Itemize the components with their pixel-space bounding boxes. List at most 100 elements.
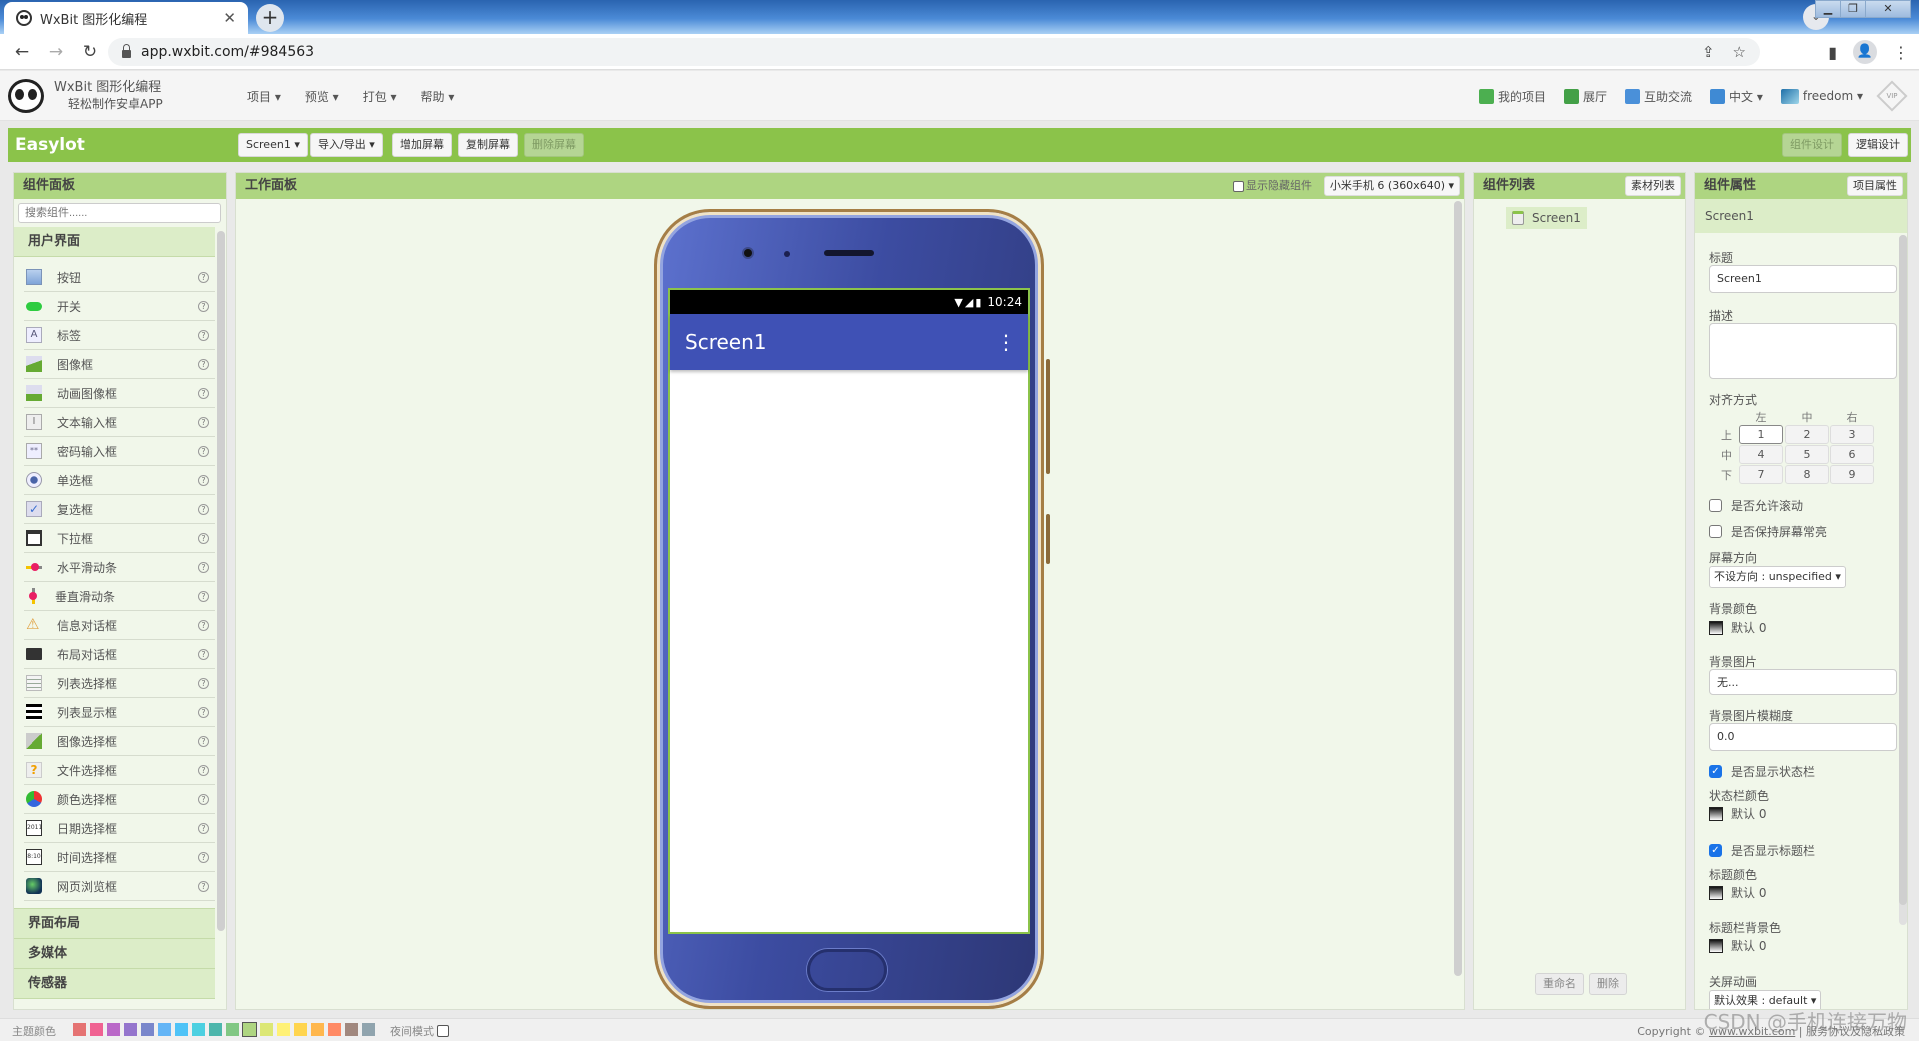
- rename-button[interactable]: 重命名: [1535, 973, 1584, 995]
- tree-item-screen1[interactable]: Screen1: [1506, 207, 1587, 229]
- profile-avatar-icon[interactable]: 👤: [1853, 40, 1877, 64]
- category-user-interface[interactable]: 用户界面: [14, 227, 215, 257]
- help-icon[interactable]: ?: [198, 359, 209, 370]
- theme-swatch[interactable]: [158, 1023, 171, 1036]
- palette-item[interactable]: A标签?: [24, 321, 215, 350]
- checkbox-box[interactable]: [1709, 525, 1722, 538]
- category-layout[interactable]: 界面布局: [14, 909, 215, 939]
- palette-item[interactable]: 下拉框?: [24, 524, 215, 553]
- palette-item[interactable]: 水平滑动条?: [24, 553, 215, 582]
- help-icon[interactable]: ?: [198, 678, 209, 689]
- help-icon[interactable]: ?: [198, 446, 209, 457]
- description-textarea[interactable]: [1709, 323, 1897, 379]
- status-color-picker[interactable]: 默认 0: [1709, 805, 1766, 822]
- vip-badge-icon[interactable]: VIP: [1876, 80, 1907, 111]
- panda-logo-icon[interactable]: [8, 79, 44, 113]
- blocks-button[interactable]: 逻辑设计: [1848, 133, 1908, 157]
- project-properties-button[interactable]: 项目属性: [1847, 176, 1903, 196]
- palette-item[interactable]: 布局对话框?: [24, 640, 215, 669]
- my-projects-link[interactable]: 我的项目: [1479, 88, 1546, 105]
- align-cell-1[interactable]: 1: [1739, 425, 1783, 444]
- show-hidden-toggle[interactable]: 显示隐藏组件: [1233, 173, 1312, 199]
- forward-icon[interactable]: →: [44, 42, 68, 62]
- device-select[interactable]: 小米手机 6 (360x640) ▾: [1324, 176, 1460, 196]
- help-icon[interactable]: ?: [198, 765, 209, 776]
- screen-select[interactable]: Screen1 ▾: [238, 133, 308, 157]
- bg-blur-input[interactable]: 0.0: [1709, 723, 1897, 751]
- theme-swatch[interactable]: [192, 1023, 205, 1036]
- delete-button[interactable]: 删除: [1589, 973, 1627, 995]
- theme-swatch[interactable]: [209, 1023, 222, 1036]
- orientation-select[interactable]: 不设方向 : unspecified ▾: [1709, 566, 1846, 588]
- help-icon[interactable]: ?: [198, 881, 209, 892]
- category-sensors[interactable]: 传感器: [14, 969, 215, 999]
- help-icon[interactable]: ?: [198, 823, 209, 834]
- delete-screen-button[interactable]: 删除屏幕: [524, 133, 584, 157]
- theme-swatch[interactable]: [90, 1023, 103, 1036]
- help-icon[interactable]: ?: [198, 649, 209, 660]
- title-color-picker[interactable]: 默认 0: [1709, 884, 1766, 901]
- palette-item[interactable]: 图像选择框?: [24, 727, 215, 756]
- tab-close-icon[interactable]: ✕: [223, 9, 236, 27]
- align-cell-8[interactable]: 8: [1785, 465, 1829, 484]
- align-cell-9[interactable]: 9: [1830, 465, 1874, 484]
- help-icon[interactable]: ?: [198, 533, 209, 544]
- minimize-button[interactable]: ▁: [1815, 0, 1841, 18]
- palette-item[interactable]: I文本输入框?: [24, 408, 215, 437]
- align-cell-5[interactable]: 5: [1785, 445, 1829, 464]
- title-input[interactable]: Screen1: [1709, 265, 1897, 293]
- browser-menu-icon[interactable]: ⋮: [1893, 43, 1909, 62]
- palette-item[interactable]: ⚠信息对话框?: [24, 611, 215, 640]
- menu-preview[interactable]: 预览 ▾: [305, 88, 339, 105]
- show-status-bar-checkbox[interactable]: ✓是否显示状态栏: [1709, 763, 1815, 780]
- menu-help[interactable]: 帮助 ▾: [421, 88, 455, 105]
- help-icon[interactable]: ?: [198, 852, 209, 863]
- new-tab-button[interactable]: +: [256, 4, 284, 32]
- help-icon[interactable]: ?: [198, 620, 209, 631]
- community-link[interactable]: 互助交流: [1625, 88, 1692, 105]
- help-icon[interactable]: ?: [198, 794, 209, 805]
- palette-item[interactable]: 8:10时间选择框?: [24, 843, 215, 872]
- gallery-link[interactable]: 展厅: [1564, 88, 1607, 105]
- theme-swatch[interactable]: [175, 1023, 188, 1036]
- media-list-button[interactable]: 素材列表: [1625, 176, 1681, 196]
- palette-item[interactable]: ?文件选择框?: [24, 756, 215, 785]
- checkbox-box[interactable]: [1709, 499, 1722, 512]
- palette-item[interactable]: **密码输入框?: [24, 437, 215, 466]
- url-input[interactable]: app.wxbit.com/#984563 ⇪ ☆: [108, 38, 1760, 66]
- theme-swatch[interactable]: [107, 1023, 120, 1036]
- show-title-bar-checkbox[interactable]: ✓是否显示标题栏: [1709, 842, 1815, 859]
- theme-swatch[interactable]: [328, 1023, 341, 1036]
- theme-swatch[interactable]: [311, 1023, 324, 1036]
- designer-button[interactable]: 组件设计: [1782, 133, 1842, 157]
- menu-build[interactable]: 打包 ▾: [363, 88, 397, 105]
- align-cell-4[interactable]: 4: [1739, 445, 1783, 464]
- back-icon[interactable]: ←: [10, 42, 34, 62]
- help-icon[interactable]: ?: [198, 301, 209, 312]
- help-icon[interactable]: ?: [198, 504, 209, 515]
- palette-item[interactable]: 列表显示框?: [24, 698, 215, 727]
- component-search-input[interactable]: [18, 203, 221, 223]
- browser-tab[interactable]: WxBit 图形化编程 ✕: [4, 2, 248, 34]
- bg-color-picker[interactable]: 默认 0: [1709, 619, 1766, 636]
- copy-screen-button[interactable]: 复制屏幕: [458, 133, 518, 157]
- theme-swatch[interactable]: [141, 1023, 154, 1036]
- palette-item[interactable]: 网页浏览框?: [24, 872, 215, 901]
- align-cell-3[interactable]: 3: [1830, 425, 1874, 444]
- menu-project[interactable]: 项目 ▾: [247, 88, 281, 105]
- palette-item[interactable]: 动画图像框?: [24, 379, 215, 408]
- window-close-button[interactable]: ✕: [1865, 0, 1911, 18]
- theme-swatch[interactable]: [277, 1023, 290, 1036]
- theme-swatch[interactable]: [124, 1023, 137, 1036]
- help-icon[interactable]: ?: [198, 707, 209, 718]
- theme-swatch[interactable]: [226, 1023, 239, 1036]
- checkbox-checked-icon[interactable]: ✓: [1709, 765, 1722, 778]
- phone-screen[interactable]: ▼◢▮10:24 Screen1 ⋮: [668, 288, 1030, 934]
- help-icon[interactable]: ?: [198, 417, 209, 428]
- language-menu[interactable]: 中文 ▾: [1710, 88, 1763, 105]
- checkbox-checked-icon[interactable]: ✓: [1709, 844, 1722, 857]
- help-icon[interactable]: ?: [198, 475, 209, 486]
- palette-item[interactable]: 单选框?: [24, 466, 215, 495]
- night-mode-toggle[interactable]: 夜间模式: [390, 1023, 449, 1039]
- palette-item[interactable]: 垂直滑动条?: [24, 582, 215, 611]
